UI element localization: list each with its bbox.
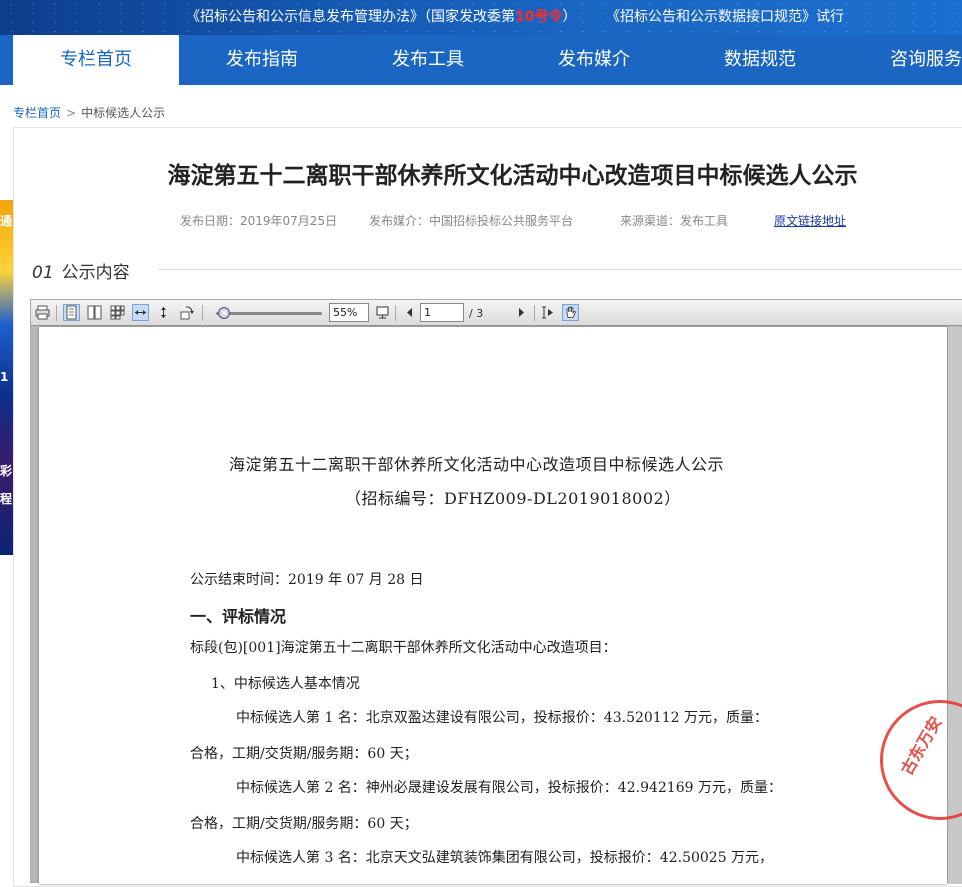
pdf-page[interactable]: 海淀第五十二离职干部休养所文化活动中心改造项目中标候选人公示 （招标编号：DFH…: [39, 327, 947, 884]
section-number: 01: [32, 263, 54, 283]
publish-date: 发布日期：2019年07月25日: [180, 214, 338, 228]
doc-heading-1: 一、评标情况: [190, 607, 287, 626]
print-icon[interactable]: [34, 304, 51, 321]
doc-title: 海淀第五十二离职干部休养所文化活动中心改造项目中标候选人公示: [229, 455, 725, 474]
nav-tab-home[interactable]: 专栏首页: [13, 35, 179, 85]
side-ad-glyph-2: 1: [0, 370, 9, 384]
doc-candidate-1-line2: 合格，工期/交货期/服务期：60 天；: [190, 746, 418, 762]
banner-notice-link-2[interactable]: 《招标公告和公示数据接口规范》试行: [606, 6, 844, 26]
breadcrumb-separator: >: [66, 106, 77, 120]
section-heading: 01 公示内容: [32, 258, 130, 283]
notice1-pre: 《招标公告和公示信息发布管理办法》（国家发改委第: [186, 9, 515, 25]
page-title: 海淀第五十二离职干部休养所文化活动中心改造项目中标候选人公示: [167, 163, 858, 189]
side-ad-banner[interactable]: 通 1 彩 程: [0, 200, 13, 555]
doc-candidate-2-line2: 合格，工期/交货期/服务期：60 天；: [190, 816, 418, 832]
publish-media: 发布媒介：中国招标投标公共服务平台: [369, 214, 574, 228]
prev-page-icon[interactable]: [401, 304, 418, 321]
nav-tab-guide[interactable]: 发布指南: [179, 35, 345, 85]
pdf-toolbar: 55% 1 / 3: [31, 300, 962, 326]
page-number-input[interactable]: 1: [420, 303, 464, 322]
doc-subheading-1: 1、中标候选人基本情况: [211, 676, 360, 692]
fit-width-icon[interactable]: [132, 304, 149, 321]
top-announcement-banner: 《招标公告和公示信息发布管理办法》（国家发改委第10号令） 《招标公告和公示数据…: [0, 0, 962, 35]
side-ad-glyph-1: 通: [0, 214, 13, 228]
nav-tab-media[interactable]: 发布媒介: [511, 35, 677, 85]
section-divider: [158, 269, 962, 270]
notice1-post: ）: [562, 9, 577, 25]
page-view-icon[interactable]: [374, 304, 391, 321]
grid-page-icon[interactable]: [109, 304, 126, 321]
two-page-icon[interactable]: [86, 304, 103, 321]
side-ad-glyph-4: 程: [0, 492, 13, 506]
notice1-number: 10号令: [515, 9, 563, 25]
doc-tender-code: （招标编号：DFHZ009-DL2019018002）: [345, 489, 681, 508]
nav-tab-consulting[interactable]: 咨询服务: [843, 35, 962, 85]
zoom-slider-track[interactable]: [216, 312, 322, 315]
text-select-icon[interactable]: [539, 304, 556, 321]
doc-candidate-2-line1: 中标候选人第 2 名：神州必晟建设发展有限公司，投标报价：42.942169 万…: [236, 780, 782, 796]
single-page-icon[interactable]: [63, 304, 80, 321]
section-title: 公示内容: [61, 263, 130, 283]
banner-notice-link-1[interactable]: 《招标公告和公示信息发布管理办法》（国家发改委第10号令）: [186, 6, 576, 26]
nav-tab-tools[interactable]: 发布工具: [345, 35, 511, 85]
nav-tab-data-spec[interactable]: 数据规范: [677, 35, 843, 85]
hand-tool-icon[interactable]: [562, 304, 579, 321]
fit-height-icon[interactable]: [155, 304, 172, 321]
pdf-viewer: 55% 1 / 3 海淀第五十二离职干部休养所文化活动中心改造项目中标候选人公示…: [30, 299, 962, 884]
doc-end-time: 公示结束时间：2019 年 07 月 28 日: [190, 572, 424, 588]
doc-section-line: 标段(包)[001]海淀第五十二离职干部休养所文化活动中心改造项目：: [190, 640, 617, 656]
next-page-icon[interactable]: [513, 304, 530, 321]
side-ad-glyph-3: 彩: [0, 464, 13, 478]
zoom-input[interactable]: 55%: [329, 303, 369, 322]
seal-text: 古东万安: [897, 713, 946, 779]
rotate-icon[interactable]: [178, 304, 195, 321]
breadcrumb-home-link[interactable]: 专栏首页: [13, 106, 61, 120]
main-nav: 专栏首页 发布指南 发布工具 发布媒介 数据规范 咨询服务: [0, 35, 962, 85]
doc-candidate-3-line1: 中标候选人第 3 名：北京天文弘建筑装饰集团有限公司，投标报价：42.50025…: [236, 850, 774, 866]
source-channel: 来源渠道：发布工具: [620, 214, 729, 228]
breadcrumb: 专栏首页 > 中标候选人公示: [13, 104, 165, 121]
zoom-slider-handle[interactable]: [218, 307, 230, 319]
source-link[interactable]: 原文链接地址: [774, 212, 846, 229]
breadcrumb-current: 中标候选人公示: [81, 106, 166, 120]
doc-candidate-1-line1: 中标候选人第 1 名：北京双盈达建设有限公司，投标报价：43.520112 万元…: [236, 710, 768, 726]
page-total: / 3: [469, 307, 484, 320]
